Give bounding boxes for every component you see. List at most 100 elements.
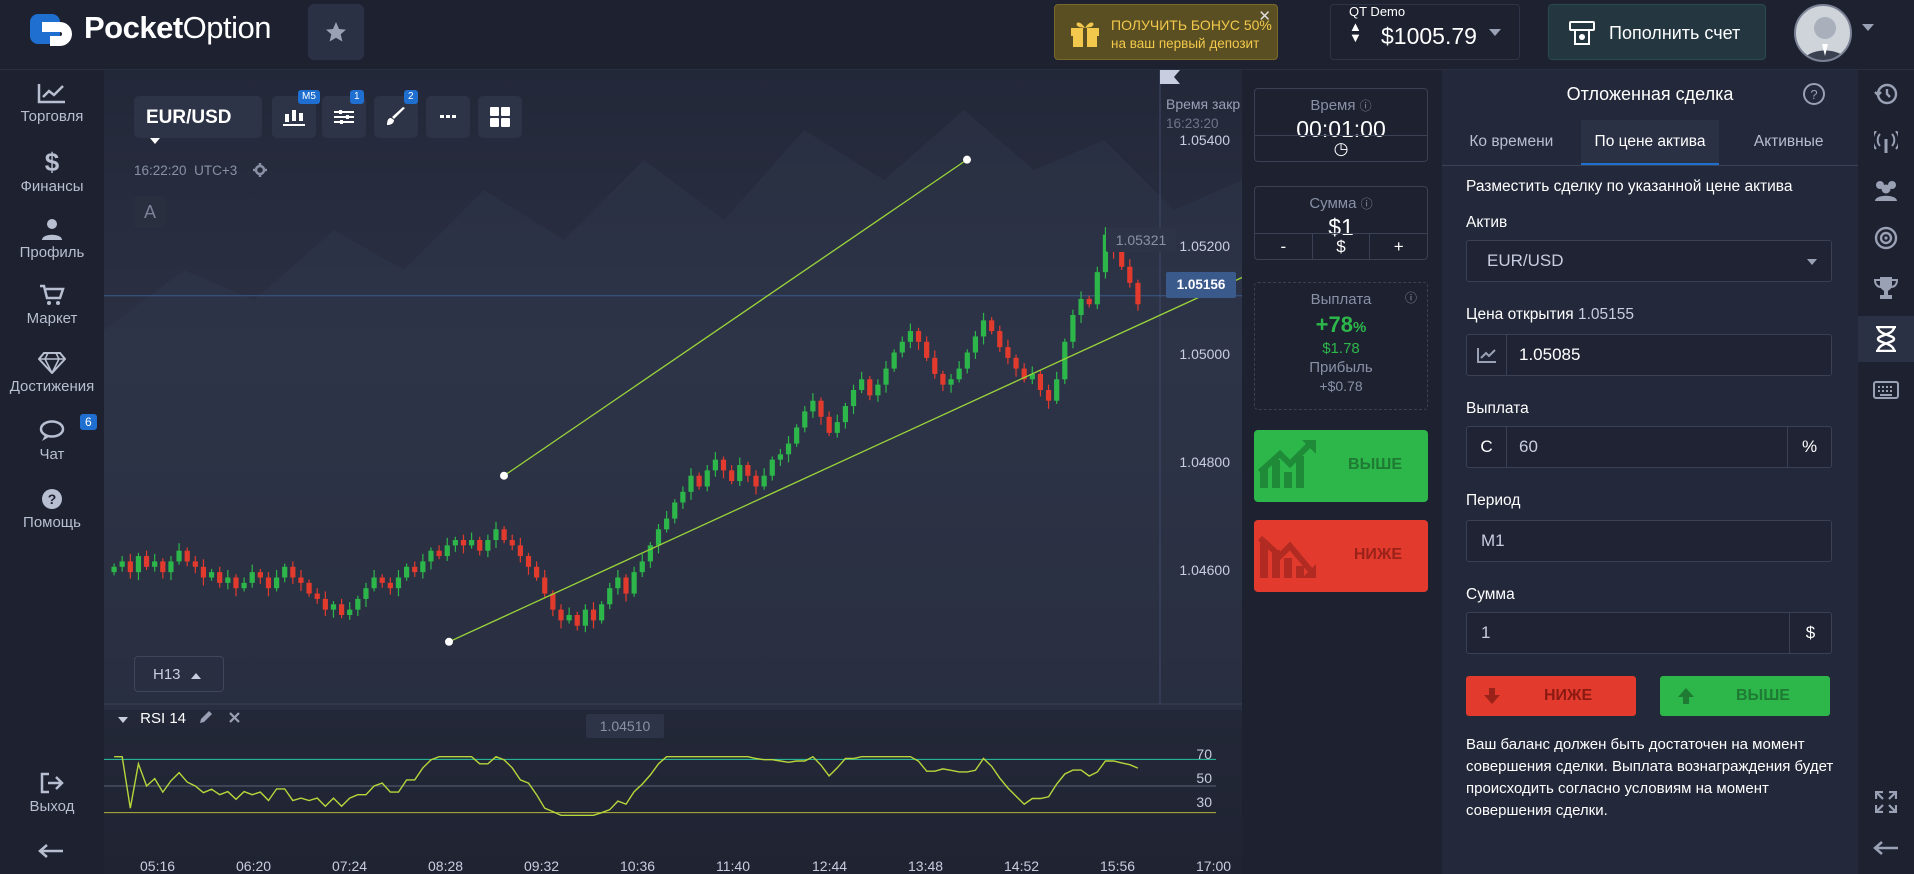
price-tick: 1.04600 [1179,562,1230,578]
arrow-up-icon [1678,688,1694,704]
candle [1119,250,1125,267]
pending-trades-tab[interactable] [1858,316,1914,362]
pending-lower-button[interactable]: НИЖЕ [1466,676,1636,716]
signal-icon[interactable] [1872,128,1900,156]
sidebar-item-finance[interactable]: $ Финансы [0,149,104,195]
channel-handle[interactable] [500,471,508,480]
candle [964,352,970,369]
candle [436,550,442,557]
plus-button[interactable]: + [1370,234,1427,259]
collapse-arrow-icon[interactable] [38,844,64,858]
candle [753,475,759,487]
candle [322,598,328,610]
bonus-banner[interactable]: ПОЛУЧИТЬ БОНУС 50% на ваш первый депозит… [1054,4,1278,60]
logo-text[interactable]: PocketOption [84,10,272,46]
candle [834,422,840,433]
help-icon[interactable]: ? [1802,82,1826,106]
sidebar-item-market[interactable]: Маркет [0,284,104,327]
chevron-down-icon[interactable] [118,717,128,723]
user-avatar-icon [1803,17,1847,60]
social-trading-icon[interactable] [1872,176,1900,204]
collapse-right-icon[interactable] [1872,834,1900,862]
lower-button[interactable]: НИЖЕ [1254,520,1428,592]
chart-type-button[interactable]: M5 [272,90,320,138]
trade-panel: Время ⓘ 00:01:00 ◷ Сумма ⓘ $1 - $ + Выпл… [1242,70,1438,874]
candle [956,368,962,380]
sidebar-item-label: Чат [39,446,65,463]
pencil-icon[interactable] [200,710,213,723]
payout-input[interactable]: C 60 % [1466,426,1832,468]
brush-icon [387,107,405,125]
period-select[interactable]: M1 [1466,520,1832,562]
asset-select[interactable]: EUR/USD [1466,240,1832,282]
higher-button[interactable]: ВЫШЕ [1254,430,1428,502]
candle [1062,341,1068,380]
open-price-input[interactable]: 1.05085 [1466,334,1832,376]
sidebar-item-chat[interactable]: Чат 6 [0,414,104,463]
candle [672,502,678,519]
more-button[interactable] [426,96,470,138]
candle [200,566,207,578]
avatar[interactable] [1794,4,1852,62]
close-icon[interactable] [229,712,241,723]
expiry-time-box[interactable]: Время ⓘ 00:01:00 ◷ [1254,88,1428,162]
candle [387,582,393,589]
profit-amount: +$0.78 [1319,378,1363,394]
candle [639,561,645,573]
channel-bottom-label: 1.04510 [586,714,664,738]
tab-active[interactable]: Активные [1719,120,1858,165]
pending-higher-button[interactable]: ВЫШЕ [1660,676,1830,716]
channel-handle[interactable] [445,637,453,646]
keyboard-icon[interactable] [1872,376,1900,404]
gear-icon[interactable] [252,163,267,177]
price-chart[interactable] [104,70,1242,874]
candle [826,416,832,433]
amount-input[interactable]: 1 $ [1466,612,1832,654]
channel-handle[interactable] [963,155,971,164]
balance-selector[interactable]: QT Demo ▲ ▼ $1005.79 [1330,4,1520,60]
drawings-button[interactable]: 2 [374,90,418,138]
pair-label: EUR/USD [146,107,232,128]
candle [729,470,735,482]
close-icon[interactable]: ✕ [1258,7,1271,25]
candle [940,373,946,385]
fullscreen-icon[interactable] [1872,788,1900,816]
asset-selector[interactable]: EUR/USD [134,96,262,144]
trophy-icon[interactable] [1872,274,1900,302]
drawing-label-a[interactable]: A [134,196,166,228]
candle [1094,272,1100,305]
tab-by-price[interactable]: По цене актива [1580,120,1720,165]
layout-button[interactable] [478,96,522,138]
time-tick: 11:40 [716,858,750,874]
chevron-down-icon[interactable] [1862,24,1874,32]
help-icon[interactable]: ⓘ [1405,289,1417,306]
minus-button[interactable]: - [1255,234,1313,259]
chart-area[interactable]: EUR/USD M5 1 2 16:22:20 UTC+3 A Время за… [104,70,1242,874]
period-selector[interactable]: H13 [134,656,224,692]
deposit-button[interactable]: Пополнить счет [1548,4,1766,60]
help-icon: ⓘ [1360,197,1373,211]
sidebar-item-achievements[interactable]: Достижения [0,352,104,395]
favorites-button[interactable] [308,4,364,60]
tab-by-time[interactable]: Ко времени [1442,120,1581,165]
swap-arrows-icon: ▲ ▼ [1349,19,1362,45]
history-icon[interactable] [1872,80,1900,108]
target-icon[interactable] [1872,224,1900,252]
candle [160,561,166,573]
candle [720,459,727,471]
indicators-button[interactable]: 1 [322,90,366,138]
sidebar-item-trading[interactable]: Торговля [0,82,104,125]
candle [924,341,930,358]
candle [379,577,385,583]
logout-button[interactable]: Выход [0,772,104,815]
candle [241,582,247,589]
clock-toggle[interactable]: ◷ [1255,135,1427,161]
time-tick: 08:28 [428,858,464,874]
currency-button[interactable]: $ [1313,234,1371,259]
sidebar-item-profile[interactable]: Профиль [0,218,104,261]
sidebar-item-help[interactable]: ? Помощь [0,488,104,531]
amount-box[interactable]: Сумма ⓘ $1 - $ + [1254,186,1428,260]
candle [1045,390,1052,401]
candle [412,566,418,573]
candle [485,540,491,551]
